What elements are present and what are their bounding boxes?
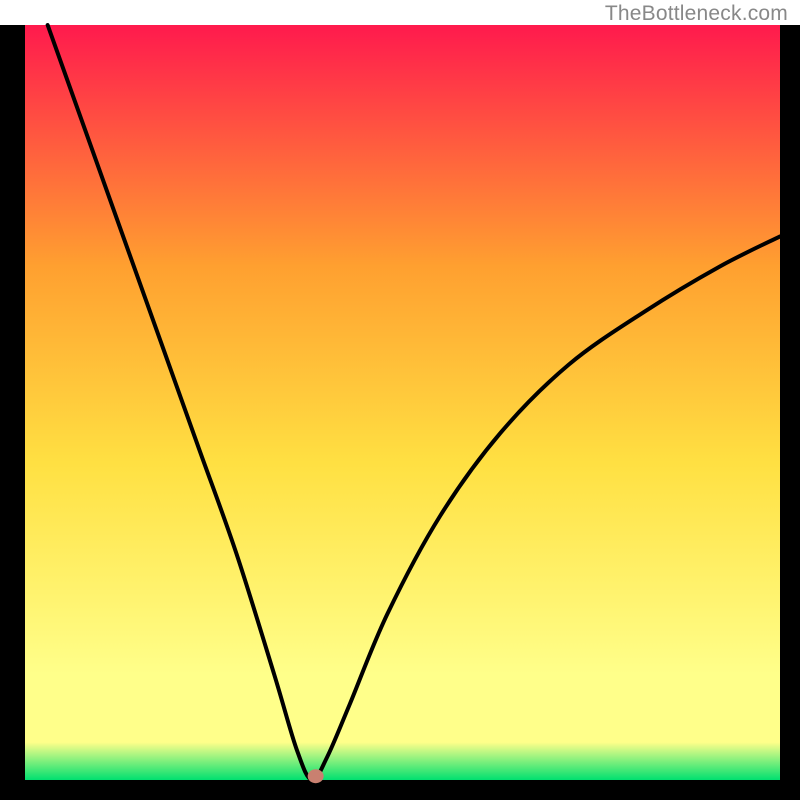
watermark-text: TheBottleneck.com (605, 2, 788, 26)
chart-container: TheBottleneck.com (0, 0, 800, 800)
gradient-background (25, 25, 780, 780)
optimum-marker (308, 769, 324, 783)
bottleneck-chart (0, 0, 800, 800)
frame-right (780, 25, 800, 800)
frame-left (0, 25, 25, 800)
frame-bottom (0, 780, 800, 800)
